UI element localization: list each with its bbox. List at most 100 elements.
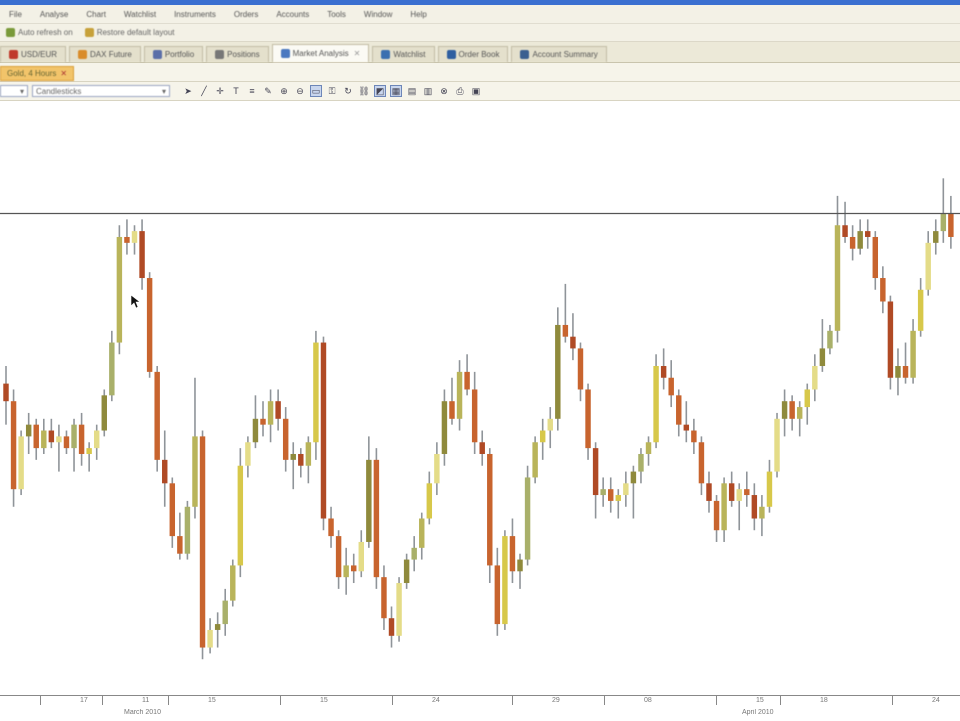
candle-body[interactable]: [381, 577, 387, 619]
tab-portfolio[interactable]: Portfolio: [143, 46, 204, 62]
close-icon[interactable]: ✕: [354, 49, 361, 58]
tab-usd-eur[interactable]: USD/EUR: [0, 46, 67, 62]
candle-body[interactable]: [207, 629, 213, 648]
tab-positions[interactable]: Positions: [206, 46, 269, 62]
candle-body[interactable]: [925, 242, 931, 290]
candle-body[interactable]: [275, 401, 281, 419]
candle-body[interactable]: [184, 506, 191, 554]
candle-body[interactable]: [214, 624, 221, 630]
candle-body[interactable]: [305, 442, 312, 466]
candle-body[interactable]: [676, 395, 682, 425]
crosshair-tool-icon[interactable]: ✛: [214, 85, 226, 97]
candle-body[interactable]: [335, 536, 342, 578]
candle-body[interactable]: [547, 418, 553, 431]
candle-body[interactable]: [902, 366, 909, 378]
indicator-icon[interactable]: ▦: [390, 85, 402, 97]
candle-body[interactable]: [434, 453, 440, 484]
candle-body[interactable]: [759, 506, 765, 519]
auto-refresh-button[interactable]: Auto refresh on: [0, 28, 79, 37]
candle-body[interactable]: [282, 418, 289, 460]
chart-document-tab[interactable]: Gold, 4 Hours ✕: [0, 66, 75, 81]
candle-body[interactable]: [366, 459, 372, 542]
candle-body[interactable]: [290, 453, 296, 460]
candle-body[interactable]: [109, 342, 115, 396]
candle-body[interactable]: [177, 536, 183, 554]
candle-body[interactable]: [721, 483, 727, 531]
candle-body[interactable]: [600, 489, 606, 496]
candle-body[interactable]: [222, 600, 228, 625]
candle-body[interactable]: [577, 348, 584, 390]
tab-market-analysis[interactable]: Market Analysis ✕: [271, 44, 370, 62]
candle-body[interactable]: [146, 278, 153, 372]
candle-body[interactable]: [320, 342, 327, 519]
interval-select[interactable]: ▾: [0, 85, 28, 97]
candle-body[interactable]: [456, 371, 463, 419]
candle-body[interactable]: [660, 366, 667, 378]
menu-item-chart[interactable]: Chart: [77, 10, 115, 19]
print-icon[interactable]: ⎙: [454, 85, 466, 97]
menu-item-instruments[interactable]: Instruments: [165, 10, 225, 19]
menu-item-watchlist[interactable]: Watchlist: [115, 10, 165, 19]
candle-body[interactable]: [638, 453, 644, 472]
candle-body[interactable]: [895, 366, 901, 378]
candle-body[interactable]: [751, 495, 758, 519]
candle-body[interactable]: [827, 330, 833, 349]
menu-item-help[interactable]: Help: [401, 10, 435, 19]
candle-body[interactable]: [71, 424, 77, 449]
candle-body[interactable]: [245, 442, 251, 466]
candle-body[interactable]: [736, 489, 742, 501]
pen-tool-icon[interactable]: ✎: [262, 85, 274, 97]
candle-body[interactable]: [789, 401, 795, 419]
candle-body[interactable]: [298, 453, 304, 466]
menu-item-file[interactable]: File: [0, 10, 31, 19]
candle-body[interactable]: [539, 430, 546, 443]
candle-body[interactable]: [608, 489, 614, 501]
candle-body[interactable]: [917, 289, 924, 331]
candle-body[interactable]: [842, 225, 848, 237]
candle-body[interactable]: [645, 442, 652, 454]
tab-account-summary[interactable]: Account Summary: [511, 46, 607, 62]
candle-body[interactable]: [388, 618, 395, 636]
candle-body[interactable]: [623, 483, 629, 496]
line-tool-icon[interactable]: ╱: [198, 85, 210, 97]
candle-body[interactable]: [570, 336, 576, 349]
candle-body[interactable]: [3, 383, 9, 402]
menu-item-tools[interactable]: Tools: [318, 10, 355, 19]
candle-body[interactable]: [162, 459, 168, 484]
candle-body[interactable]: [517, 559, 523, 572]
candle-body[interactable]: [154, 371, 160, 460]
candle-body[interactable]: [865, 231, 871, 237]
tab-watchlist[interactable]: Watchlist: [372, 46, 435, 62]
candle-body[interactable]: [502, 536, 508, 625]
menu-item-analyse[interactable]: Analyse: [31, 10, 77, 19]
candle-body[interactable]: [933, 231, 939, 243]
candle-body[interactable]: [230, 565, 236, 601]
refresh-icon[interactable]: ↻: [342, 85, 354, 97]
grid-icon[interactable]: ▤: [406, 85, 418, 97]
candle-body[interactable]: [237, 465, 244, 566]
magnet-icon[interactable]: ⊗: [438, 85, 450, 97]
close-icon[interactable]: ✕: [60, 69, 67, 78]
candle-body[interactable]: [328, 518, 334, 537]
save-icon[interactable]: ▣: [470, 85, 482, 97]
candle-body[interactable]: [464, 371, 470, 390]
candle-body[interactable]: [766, 471, 773, 507]
zoom-out-icon[interactable]: ⊖: [294, 85, 306, 97]
candle-body[interactable]: [124, 236, 130, 243]
candle-body[interactable]: [396, 583, 402, 636]
zoom-in-icon[interactable]: ⊕: [278, 85, 290, 97]
link-icon[interactable]: ⛓: [358, 85, 370, 97]
candle-body[interactable]: [774, 418, 780, 472]
candle-body[interactable]: [169, 483, 176, 537]
candle-body[interactable]: [487, 453, 493, 566]
candle-body[interactable]: [812, 366, 818, 390]
candle-body[interactable]: [555, 324, 561, 419]
layout-icon[interactable]: ▥: [422, 85, 434, 97]
menu-item-orders[interactable]: Orders: [225, 10, 267, 19]
candle-body[interactable]: [940, 213, 947, 232]
candlestick-chart[interactable]: [0, 101, 960, 695]
candle-body[interactable]: [78, 424, 85, 454]
candle-body[interactable]: [910, 330, 916, 378]
candle-body[interactable]: [630, 471, 637, 484]
candle-body[interactable]: [192, 436, 198, 507]
